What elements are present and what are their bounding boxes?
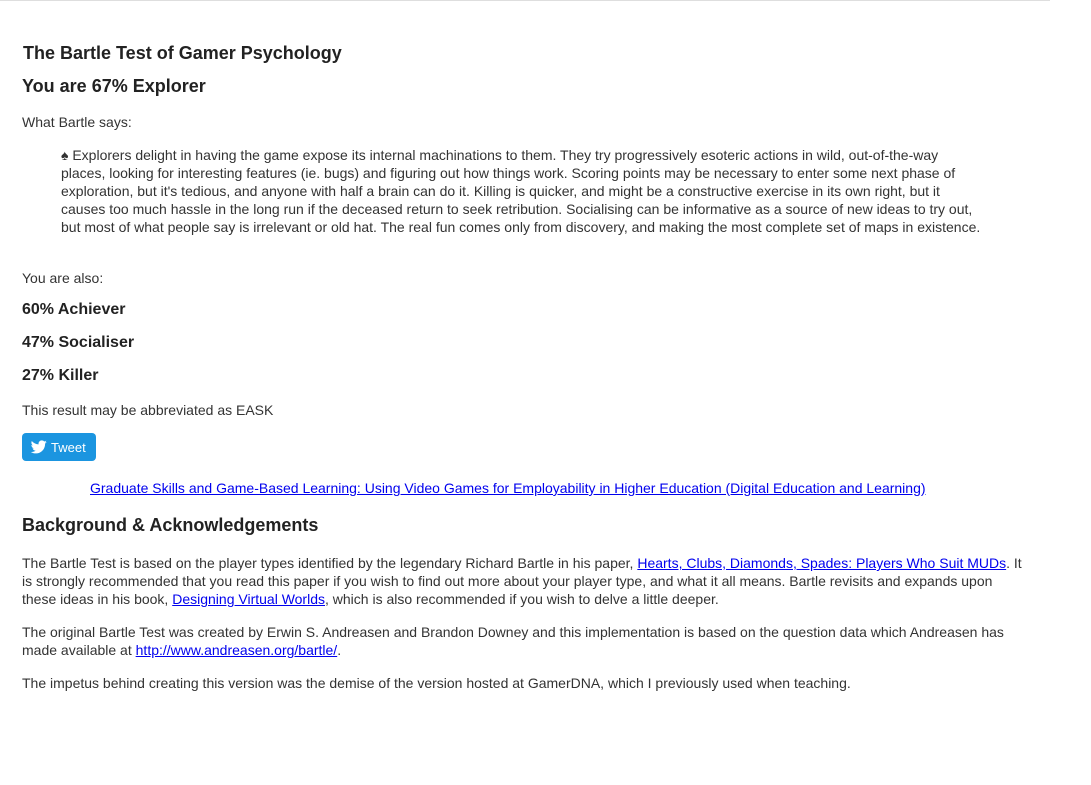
- also-killer: 27% Killer: [22, 367, 99, 384]
- bartle-paper-link[interactable]: Hearts, Clubs, Diamonds, Spades: Players…: [637, 555, 1006, 571]
- site-title: The Bartle Test of Gamer Psychology: [23, 43, 342, 63]
- para1-text-before: The Bartle Test is based on the player t…: [22, 555, 638, 571]
- para1-text-after: , which is also recommended if you wish …: [325, 591, 719, 607]
- background-paragraph-1: The Bartle Test is based on the player t…: [22, 554, 1022, 608]
- spade-icon: ♠: [61, 147, 69, 163]
- bartle-quote: ♠ Explorers delight in having the game e…: [61, 146, 986, 236]
- tweet-label: Tweet: [51, 439, 86, 455]
- also-socialiser: 47% Socialiser: [22, 334, 135, 351]
- also-achiever: 60% Achiever: [22, 301, 126, 318]
- result-title: You are 67% Explorer: [22, 76, 206, 96]
- background-heading: Background & Acknowledgements: [22, 515, 319, 535]
- you-are-also-label: You are also:: [22, 270, 104, 286]
- abbreviation-text: This result may be abbreviated as EASK: [22, 402, 274, 418]
- background-paragraph-2: The original Bartle Test was created by …: [22, 623, 1022, 659]
- tweet-button[interactable]: Tweet: [22, 433, 96, 461]
- para2-text-after: .: [337, 642, 342, 658]
- book-link[interactable]: Graduate Skills and Game-Based Learning:…: [90, 480, 926, 496]
- what-bartle-says-label: What Bartle says:: [22, 114, 132, 130]
- twitter-bird-icon: [31, 440, 47, 454]
- andreasen-link[interactable]: http://www.andreasen.org/bartle/: [136, 642, 338, 658]
- background-paragraph-3: The impetus behind creating this version…: [22, 675, 851, 691]
- quote-text: Explorers delight in having the game exp…: [61, 147, 981, 235]
- designing-virtual-worlds-link[interactable]: Designing Virtual Worlds: [172, 591, 325, 607]
- top-border: [0, 0, 1050, 1]
